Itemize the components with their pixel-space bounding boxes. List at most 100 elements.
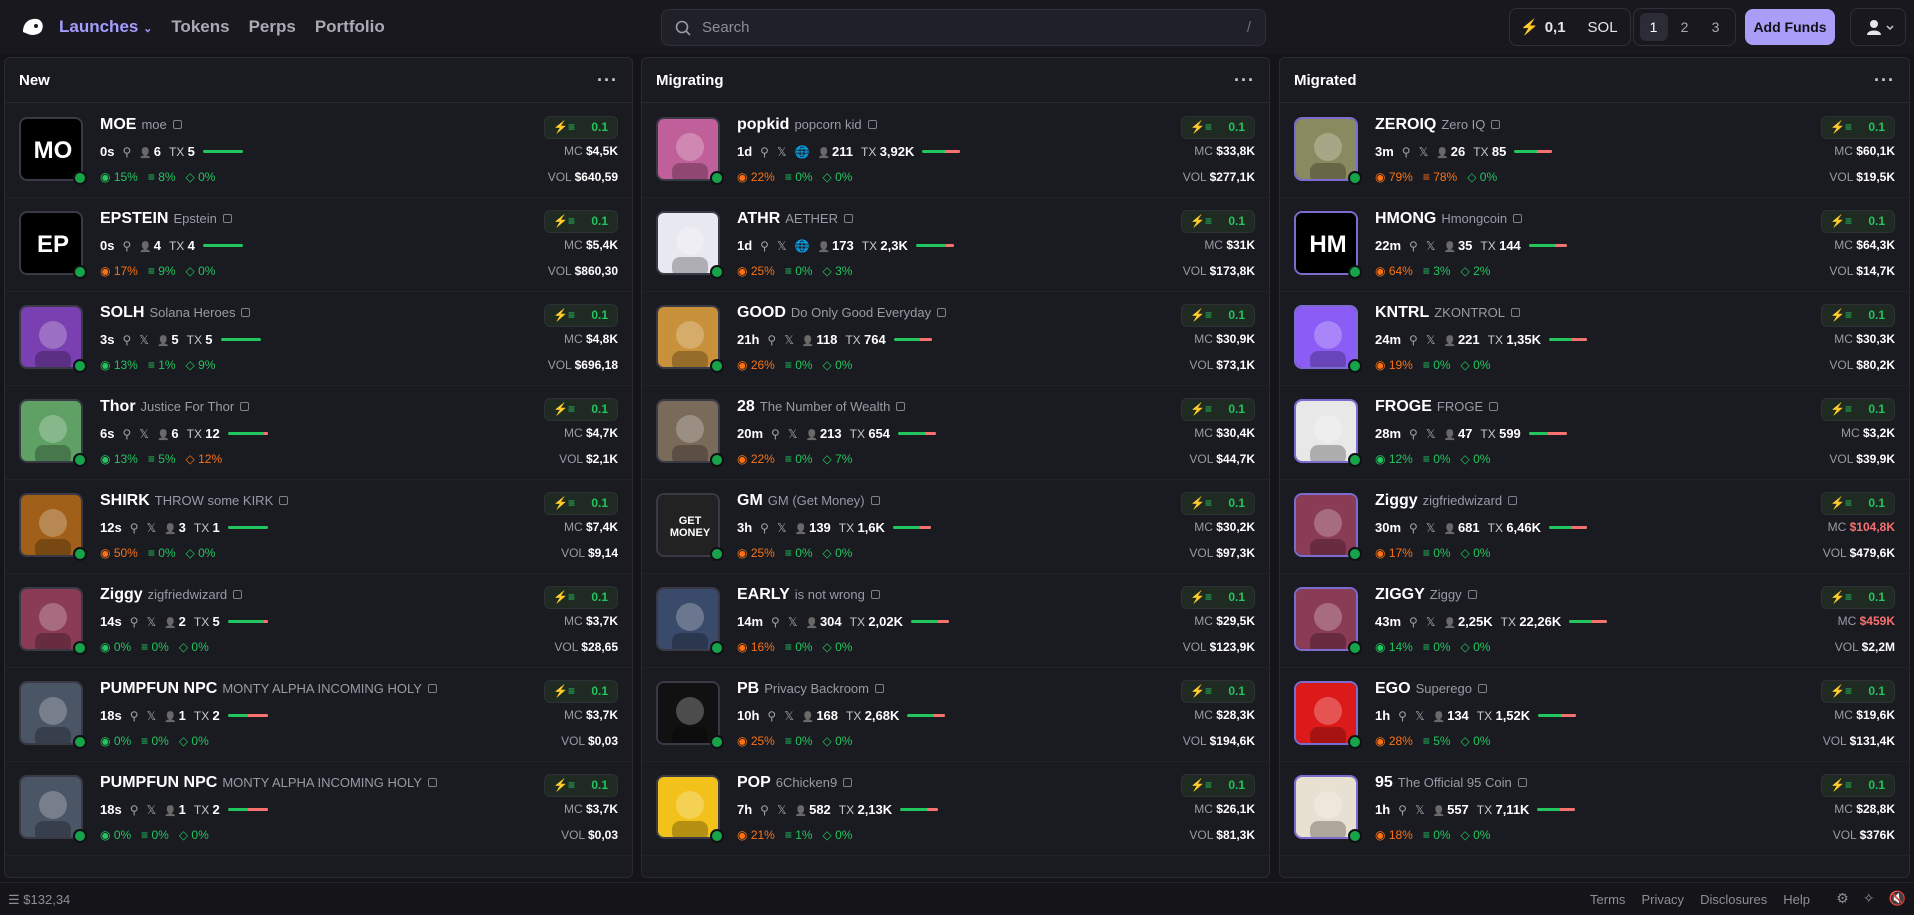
quick-buy-button[interactable]: 0.1 (544, 492, 618, 515)
quick-buy-amount[interactable]: ⚡ 0,1 SOL (1509, 8, 1631, 46)
search-icon[interactable]: ⚲ (1409, 615, 1418, 629)
token-avatar[interactable] (656, 681, 720, 745)
token-symbol[interactable]: ATHR (737, 210, 780, 227)
x-icon[interactable]: 𝕏 (784, 333, 794, 347)
copy-icon[interactable] (427, 778, 437, 787)
search-icon[interactable]: ⚲ (760, 803, 769, 817)
x-icon[interactable]: 𝕏 (147, 709, 157, 723)
token-card[interactable]: ZIGGY Ziggy 43m ⚲ 𝕏 2,25K TX 22,26K ◉ 14% ≡ 0% ◇ … (1280, 574, 1909, 668)
x-icon[interactable]: 𝕏 (1415, 709, 1425, 723)
token-card[interactable]: KNTRL ZKONTROL 24m ⚲ 𝕏 221 TX 1,35K ◉ 19% ≡ 0% ◇ … (1280, 292, 1909, 386)
mute-icon[interactable]: 🔇 (1889, 890, 1906, 907)
settings-icon[interactable]: ⚙ (1836, 890, 1849, 907)
search-icon[interactable]: ⚲ (122, 239, 131, 253)
more-options-icon[interactable]: ··· (597, 70, 618, 91)
token-symbol[interactable]: GM (737, 492, 763, 509)
search-icon[interactable]: ⚲ (130, 615, 139, 629)
x-icon[interactable]: 𝕏 (147, 521, 157, 535)
x-icon[interactable]: 𝕏 (784, 709, 794, 723)
nav-perps[interactable]: Perps (249, 17, 296, 37)
copy-icon[interactable] (843, 214, 853, 223)
token-card[interactable]: PUMPFUN NPC MONTY ALPHA INCOMING HOLY 18s ⚲… (5, 762, 632, 856)
x-icon[interactable]: 𝕏 (1426, 333, 1436, 347)
token-avatar[interactable]: MO (19, 117, 83, 181)
token-avatar[interactable] (1294, 775, 1358, 839)
search-icon[interactable]: ⚲ (1409, 239, 1418, 253)
search-icon[interactable]: ⚲ (760, 239, 769, 253)
token-card[interactable]: EARLY is not wrong 14m ⚲ 𝕏 304 TX 2,02K ◉ 16% ≡ … (642, 574, 1269, 668)
sparkle-icon[interactable]: ✧ (1863, 890, 1875, 907)
copy-icon[interactable] (1513, 214, 1523, 223)
copy-icon[interactable] (867, 120, 877, 129)
quick-buy-button[interactable]: 0.1 (544, 210, 618, 233)
x-icon[interactable]: 𝕏 (777, 521, 787, 535)
token-symbol[interactable]: SOLH (100, 304, 144, 321)
token-avatar[interactable]: GET MONEY (656, 493, 720, 557)
quick-buy-button[interactable]: 0.1 (1821, 304, 1895, 327)
token-card[interactable]: GET MONEY GM GM (Get Money) 3h ⚲ 𝕏 139 TX 1,6K ◉… (642, 480, 1269, 574)
copy-icon[interactable] (427, 684, 437, 693)
token-avatar[interactable] (1294, 117, 1358, 181)
search-icon[interactable]: ⚲ (767, 709, 776, 723)
add-funds-button[interactable]: Add Funds (1745, 9, 1835, 45)
quick-buy-button[interactable]: 0.1 (1181, 210, 1255, 233)
token-avatar[interactable] (656, 211, 720, 275)
token-symbol[interactable]: PUMPFUN NPC (100, 680, 217, 697)
x-icon[interactable]: 𝕏 (1426, 427, 1436, 441)
token-card[interactable]: Thor Justice For Thor 6s ⚲ 𝕏6 TX 12 ◉ 13% ≡ 5% ◇… (5, 386, 632, 480)
token-symbol[interactable]: PB (737, 680, 759, 697)
token-symbol[interactable]: GOOD (737, 304, 786, 321)
copy-icon[interactable] (896, 402, 906, 411)
copy-icon[interactable] (240, 402, 250, 411)
nav-tokens[interactable]: Tokens (171, 17, 229, 37)
x-icon[interactable]: 𝕏 (788, 615, 798, 629)
token-card[interactable]: 28 The Number of Wealth 20m ⚲ 𝕏 213 TX 654 ◉ 22… (642, 386, 1269, 480)
preset-3[interactable]: 3 (1702, 13, 1730, 41)
search-icon[interactable]: ⚲ (771, 427, 780, 441)
quick-buy-button[interactable]: 0.1 (544, 398, 618, 421)
quick-buy-button[interactable]: 0.1 (1821, 398, 1895, 421)
token-symbol[interactable]: MOE (100, 116, 136, 133)
token-avatar[interactable] (1294, 681, 1358, 745)
token-card[interactable]: POP 6Chicken9 7h ⚲ 𝕏 582 TX 2,13K ◉ 21% ≡ 1% ◇ 0%… (642, 762, 1269, 856)
quick-buy-button[interactable]: 0.1 (1181, 398, 1255, 421)
quick-buy-button[interactable]: 0.1 (1181, 774, 1255, 797)
copy-icon[interactable] (1511, 308, 1521, 317)
search-icon[interactable]: ⚲ (122, 145, 131, 159)
copy-icon[interactable] (241, 308, 251, 317)
quick-buy-button[interactable]: 0.1 (1821, 210, 1895, 233)
nav-launches[interactable]: Launches ⌄ (59, 17, 152, 37)
search-icon[interactable]: ⚲ (1409, 521, 1418, 535)
search-icon[interactable]: ⚲ (130, 521, 139, 535)
x-icon[interactable]: 𝕏 (1426, 239, 1436, 253)
preset-1[interactable]: 1 (1639, 13, 1668, 41)
quick-buy-button[interactable]: 0.1 (1821, 680, 1895, 703)
token-symbol[interactable]: EGO (1375, 680, 1411, 697)
token-card[interactable]: 95 The Official 95 Coin 1h ⚲ 𝕏 557 TX 7,11K ◉ 1… (1280, 762, 1909, 856)
x-icon[interactable]: 𝕏 (139, 333, 149, 347)
token-symbol[interactable]: 95 (1375, 774, 1393, 791)
globe-icon[interactable]: 🌐 (795, 239, 810, 253)
search-icon[interactable]: ⚲ (1398, 709, 1407, 723)
token-card[interactable]: MO MOE moe 0s ⚲ 6 TX 5 ◉ 15% ≡ 8% ◇ 0% 0.1 MC $4,5K… (5, 104, 632, 198)
token-card[interactable]: PB Privacy Backroom 10h ⚲ 𝕏 168 TX 2,68K ◉ 25% ≡… (642, 668, 1269, 762)
search-icon[interactable]: ⚲ (1409, 427, 1418, 441)
token-symbol[interactable]: Thor (100, 398, 136, 415)
quick-buy-button[interactable]: 0.1 (1181, 586, 1255, 609)
token-card[interactable]: ZEROIQ Zero IQ 3m ⚲ 𝕏 26 TX 85 ◉ 79% ≡ 78% ◇ 0% 0.… (1280, 104, 1909, 198)
copy-icon[interactable] (870, 496, 880, 505)
quick-buy-button[interactable]: 0.1 (544, 680, 618, 703)
quick-buy-button[interactable]: 0.1 (1821, 586, 1895, 609)
token-avatar[interactable]: EP (19, 211, 83, 275)
search-icon[interactable]: ⚲ (1398, 803, 1407, 817)
token-card[interactable]: Ziggy zigfriedwizard 30m ⚲ 𝕏 681 TX 6,46K ◉ 17%… (1280, 480, 1909, 574)
token-avatar[interactable] (19, 587, 83, 651)
quick-buy-button[interactable]: 0.1 (1821, 116, 1895, 139)
quick-buy-button[interactable]: 0.1 (1821, 774, 1895, 797)
search-icon[interactable]: ⚲ (130, 803, 139, 817)
x-icon[interactable]: 𝕏 (777, 145, 787, 159)
token-card[interactable]: ATHR AETHER 1d ⚲ 𝕏 🌐 173 TX 2,3K ◉ 25% ≡ 0% ◇ 3% 0.… (642, 198, 1269, 292)
copy-icon[interactable] (874, 684, 884, 693)
token-avatar[interactable] (19, 775, 83, 839)
token-avatar[interactable] (656, 399, 720, 463)
